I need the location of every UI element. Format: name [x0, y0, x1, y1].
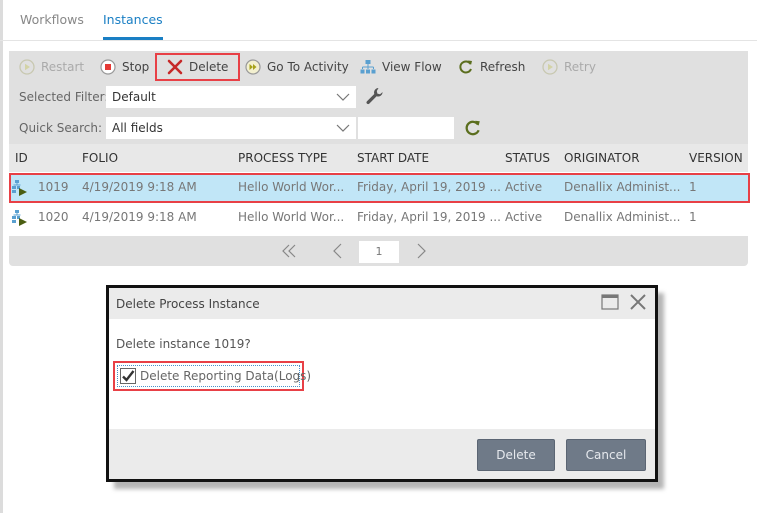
left-edge-strip [0, 0, 3, 513]
stop-circle-icon [100, 59, 116, 75]
quick-search-field-dropdown[interactable]: All fields [106, 117, 356, 139]
dialog-footer: Delete Cancel [109, 429, 655, 479]
quick-search-input[interactable] [358, 117, 454, 139]
selected-filter-dropdown[interactable]: Default [106, 86, 356, 108]
dialog-cancel-button[interactable]: Cancel [566, 439, 646, 471]
checkbox-checked-icon[interactable] [120, 368, 136, 384]
cell-status: Active [505, 180, 543, 194]
restart-button[interactable]: Restart [19, 58, 84, 76]
process-instance-icon [12, 179, 30, 197]
grid-header: ID FOLIO PROCESS TYPE START DATE STATUS … [9, 144, 748, 172]
cell-version: 1 [689, 210, 697, 224]
flow-chart-icon [360, 59, 376, 75]
cell-originator: Denallix Administ... [564, 210, 681, 224]
cell-originator: Denallix Administ... [564, 180, 681, 194]
tab-instances[interactable]: Instances [103, 12, 163, 40]
process-instance-icon [12, 209, 30, 227]
column-header-process-type[interactable]: PROCESS TYPE [238, 151, 328, 165]
go-to-activity-label: Go To Activity [267, 60, 349, 74]
restart-label: Restart [41, 60, 85, 74]
dialog-title: Delete Process Instance [116, 297, 260, 311]
wrench-icon[interactable] [364, 86, 384, 106]
view-flow-label: View Flow [382, 60, 442, 74]
delete-reporting-data-checkbox[interactable]: Delete Reporting Data(Logs) [117, 365, 311, 387]
cell-process-type: Hello World Wor... [238, 210, 345, 224]
chevron-down-icon [336, 90, 350, 104]
table-row[interactable]: 1020 4/19/2019 9:18 AM Hello World Wor..… [9, 203, 748, 233]
column-header-id[interactable]: ID [15, 151, 28, 165]
selected-filter-row: Selected Filter: Default [19, 86, 356, 108]
column-header-version[interactable]: VERSION [689, 151, 743, 165]
dialog-title-bar: Delete Process Instance [109, 288, 655, 319]
search-refresh-icon[interactable] [464, 119, 482, 137]
quick-search-label: Quick Search: [19, 121, 103, 135]
play-circle-icon [19, 59, 35, 75]
refresh-button[interactable]: Refresh [458, 58, 525, 76]
delete-process-instance-dialog: Delete Process Instance Delete instance … [106, 285, 658, 482]
page-number-input[interactable]: 1 [359, 241, 399, 263]
dialog-delete-button[interactable]: Delete [477, 439, 555, 471]
column-header-folio[interactable]: FOLIO [82, 151, 118, 165]
tab-workflows[interactable]: Workflows [20, 12, 84, 27]
chevron-down-icon [336, 121, 350, 135]
stop-button[interactable]: Stop [100, 58, 149, 76]
quick-search-row: Quick Search: All fields [19, 117, 356, 139]
cell-status: Active [505, 210, 543, 224]
refresh-label: Refresh [480, 60, 526, 74]
play-circle-icon [542, 59, 558, 75]
next-page-icon[interactable] [412, 242, 430, 260]
cell-folio: 4/19/2019 9:18 AM [82, 180, 197, 194]
cell-folio: 4/19/2019 9:18 AM [82, 210, 197, 224]
first-page-icon[interactable] [280, 242, 298, 260]
column-header-start-date[interactable]: START DATE [357, 151, 429, 165]
tab-bar: Workflows Instances [0, 0, 757, 41]
column-header-originator[interactable]: ORIGINATOR [564, 151, 640, 165]
view-flow-button[interactable]: View Flow [360, 58, 442, 76]
column-header-status[interactable]: STATUS [505, 151, 550, 165]
delete-button[interactable]: Delete [155, 53, 241, 81]
cell-id: 1020 [38, 210, 69, 224]
go-to-activity-button[interactable]: Go To Activity [245, 58, 349, 76]
checkbox-label: Delete Reporting Data(Logs) [140, 369, 312, 383]
cell-start-date: Friday, April 19, 2019 ... [357, 180, 501, 194]
toolbar: Restart Stop Delete Go To Activity View … [9, 51, 748, 82]
cell-start-date: Friday, April 19, 2019 ... [357, 210, 501, 224]
x-icon [167, 59, 183, 75]
close-icon[interactable] [629, 293, 647, 311]
refresh-icon [458, 59, 474, 75]
delete-label: Delete [189, 60, 229, 74]
cell-version: 1 [689, 180, 697, 194]
selected-filter-label: Selected Filter: [19, 90, 109, 104]
retry-label: Retry [564, 60, 596, 74]
cell-process-type: Hello World Wor... [238, 180, 345, 194]
selected-filter-value: Default [112, 90, 156, 104]
maximize-icon[interactable] [601, 294, 619, 310]
table-row[interactable]: 1019 4/19/2019 9:18 AM Hello World Wor..… [9, 173, 750, 203]
pager: 1 [9, 236, 748, 266]
retry-button[interactable]: Retry [542, 58, 596, 76]
quick-search-field-value: All fields [112, 121, 163, 135]
fast-forward-circle-icon [245, 59, 261, 75]
delete-reporting-data-highlight: Delete Reporting Data(Logs) [113, 361, 311, 391]
stop-label: Stop [122, 60, 150, 74]
dialog-message: Delete instance 1019? [116, 337, 251, 351]
toolbar-panel: Restart Stop Delete Go To Activity View … [9, 51, 748, 144]
cell-id: 1019 [38, 180, 69, 194]
previous-page-icon[interactable] [329, 242, 347, 260]
